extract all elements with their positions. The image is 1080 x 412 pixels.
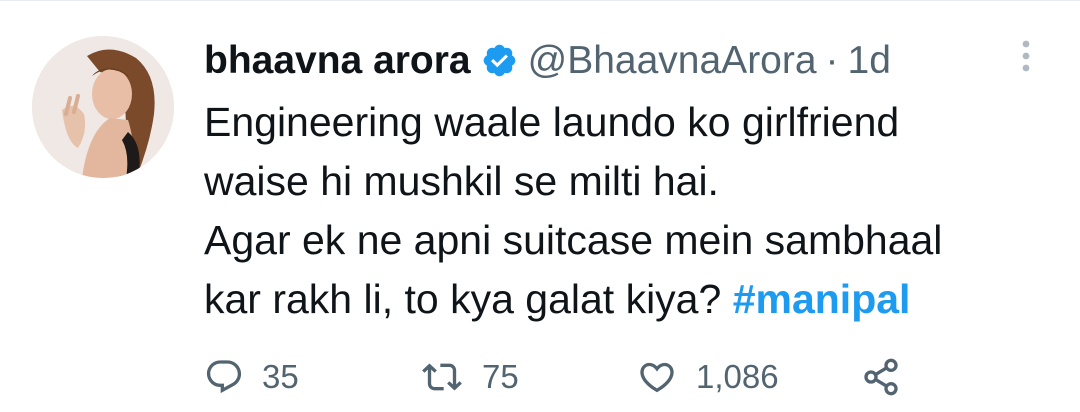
action-bar: 35 75 1,086: [204, 350, 1044, 404]
avatar[interactable]: [32, 36, 174, 178]
tweet-text-line-last: kar rakh li, to kya galat kiya? #manipal: [204, 270, 1064, 329]
separator-dot: ·: [825, 38, 839, 82]
reply-icon: [204, 357, 244, 397]
author-name[interactable]: bhaavna arora: [204, 41, 471, 80]
tweet-text-line: Engineering waale laundo ko girlfriend: [204, 99, 900, 145]
hashtag-link[interactable]: #manipal: [733, 276, 911, 322]
share-button[interactable]: [860, 350, 902, 404]
retweet-count: 75: [482, 358, 519, 395]
like-count: 1,086: [696, 358, 779, 395]
tweet-text-line: waise hi mushkil se milti hai.: [204, 158, 719, 204]
tweet-text-line: Agar ek ne apni suitcase mein sambhaal: [204, 217, 943, 263]
verified-badge-icon: [481, 42, 518, 79]
timestamp[interactable]: 1d: [848, 41, 891, 80]
tweet-text: Engineering waale laundo ko girlfriend w…: [204, 93, 1064, 329]
retweet-icon: [420, 357, 464, 397]
reply-button[interactable]: 35: [204, 350, 299, 404]
like-icon: [636, 357, 678, 397]
reply-count: 35: [262, 358, 299, 395]
top-divider: [0, 0, 1080, 1]
avatar-photo: [32, 36, 174, 178]
tweet-header: bhaavna arora @BhaavnaArora · 1d: [204, 30, 891, 90]
author-handle[interactable]: @BhaavnaArora: [528, 41, 817, 80]
retweet-button[interactable]: 75: [420, 350, 519, 404]
tweet-text-line: kar rakh li, to kya galat kiya?: [204, 276, 722, 322]
like-button[interactable]: 1,086: [636, 350, 779, 404]
share-icon: [860, 357, 902, 397]
more-options-icon[interactable]: [1012, 36, 1040, 76]
